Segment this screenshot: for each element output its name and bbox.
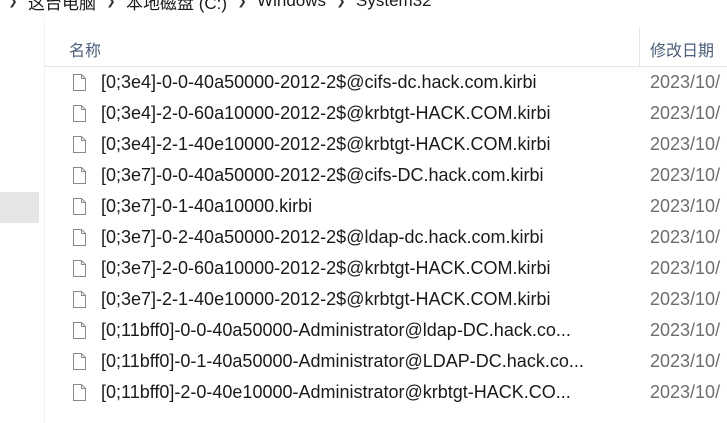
file-date-modified: 2023/10/ (650, 165, 721, 185)
breadcrumb-item-system32[interactable]: System32 (354, 0, 434, 11)
file-date-modified: 2023/10/ (650, 196, 721, 216)
file-date-modified: 2023/10/ (650, 289, 721, 309)
breadcrumb: ❯ 这台电脑 ❯ 本地磁盘 (C:) ❯ Windows ❯ System32 (0, 0, 727, 14)
file-icon (73, 167, 86, 184)
file-name[interactable]: [0;11bff0]-2-0-40e10000-Administrator@kr… (101, 382, 631, 403)
file-name[interactable]: [0;3e7]-0-0-40a50000-2012-2$@cifs-DC.hac… (101, 165, 631, 186)
explorer-window: ❯ 这台电脑 ❯ 本地磁盘 (C:) ❯ Windows ❯ System32 … (0, 0, 727, 423)
chevron-right-icon[interactable]: ❯ (0, 0, 26, 8)
file-icon (73, 74, 86, 91)
file-date-modified: 2023/10/ (650, 320, 721, 340)
chevron-right-icon[interactable]: ❯ (98, 0, 124, 8)
file-date-modified: 2023/10/ (650, 134, 721, 154)
file-row[interactable]: [0;3e7]-2-0-60a10000-2012-2$@krbtgt-HACK… (45, 253, 727, 284)
file-date-modified: 2023/10/ (650, 351, 721, 371)
file-row[interactable]: [0;3e7]-0-1-40a10000.kirbi 2023/10/ (45, 191, 727, 222)
file-row[interactable]: [0;3e7]-0-2-40a50000-2012-2$@ldap-dc.hac… (45, 222, 727, 253)
file-rows: [0;3e4]-0-0-40a50000-2012-2$@cifs-dc.hac… (45, 67, 727, 408)
file-icon (73, 136, 86, 153)
file-row[interactable]: [0;3e4]-0-0-40a50000-2012-2$@cifs-dc.hac… (45, 67, 727, 98)
file-icon (73, 105, 86, 122)
column-header-name[interactable]: 名称 (69, 37, 101, 61)
chevron-right-icon[interactable]: ❯ (328, 0, 354, 8)
file-date-modified: 2023/10/ (650, 258, 721, 278)
file-row[interactable]: [0;3e7]-2-1-40e10000-2012-2$@krbtgt-HACK… (45, 284, 727, 315)
breadcrumb-item-windows[interactable]: Windows (255, 0, 328, 11)
file-name[interactable]: [0;3e7]-2-0-60a10000-2012-2$@krbtgt-HACK… (101, 258, 631, 279)
column-header-row: 名称 修改日期 (45, 28, 727, 67)
column-header-date-modified[interactable]: 修改日期 (650, 37, 714, 61)
file-row[interactable]: [0;11bff0]-2-0-40e10000-Administrator@kr… (45, 377, 727, 408)
file-row[interactable]: [0;3e7]-0-0-40a50000-2012-2$@cifs-DC.hac… (45, 160, 727, 191)
file-name[interactable]: [0;11bff0]-0-0-40a50000-Administrator@ld… (101, 320, 631, 341)
breadcrumb-item-local-disk[interactable]: 本地磁盘 (C:) (124, 0, 229, 14)
file-date-modified: 2023/10/ (650, 382, 721, 402)
file-icon (73, 229, 86, 246)
file-icon (73, 198, 86, 215)
file-name[interactable]: [0;3e7]-0-1-40a10000.kirbi (101, 196, 631, 217)
file-name[interactable]: [0;11bff0]-0-1-40a50000-Administrator@LD… (101, 351, 631, 372)
file-list: 名称 修改日期 [0;3e4]-0-0-40a50000-2012-2$@cif… (45, 28, 727, 423)
file-row[interactable]: [0;3e4]-2-0-60a10000-2012-2$@krbtgt-HACK… (45, 98, 727, 129)
file-icon (73, 291, 86, 308)
file-row[interactable]: [0;3e4]-2-1-40e10000-2012-2$@krbtgt-HACK… (45, 129, 727, 160)
file-name[interactable]: [0;3e7]-0-2-40a50000-2012-2$@ldap-dc.hac… (101, 227, 631, 248)
file-date-modified: 2023/10/ (650, 72, 721, 92)
file-date-modified: 2023/10/ (650, 227, 721, 247)
breadcrumb-item-this-pc[interactable]: 这台电脑 (26, 0, 98, 14)
file-name[interactable]: [0;3e4]-2-0-60a10000-2012-2$@krbtgt-HACK… (101, 103, 631, 124)
file-name[interactable]: [0;3e4]-2-1-40e10000-2012-2$@krbtgt-HACK… (101, 134, 631, 155)
file-row[interactable]: [0;11bff0]-0-1-40a50000-Administrator@LD… (45, 346, 727, 377)
file-icon (73, 384, 86, 401)
file-icon (73, 260, 86, 277)
file-row[interactable]: [0;11bff0]-0-0-40a50000-Administrator@ld… (45, 315, 727, 346)
file-icon (73, 322, 86, 339)
file-name[interactable]: [0;3e4]-0-0-40a50000-2012-2$@cifs-dc.hac… (101, 72, 631, 93)
column-divider[interactable] (639, 28, 640, 66)
navigation-selected-item[interactable] (0, 192, 39, 223)
file-date-modified: 2023/10/ (650, 103, 721, 123)
file-icon (73, 353, 86, 370)
chevron-right-icon[interactable]: ❯ (229, 0, 255, 8)
file-name[interactable]: [0;3e7]-2-1-40e10000-2012-2$@krbtgt-HACK… (101, 289, 631, 310)
